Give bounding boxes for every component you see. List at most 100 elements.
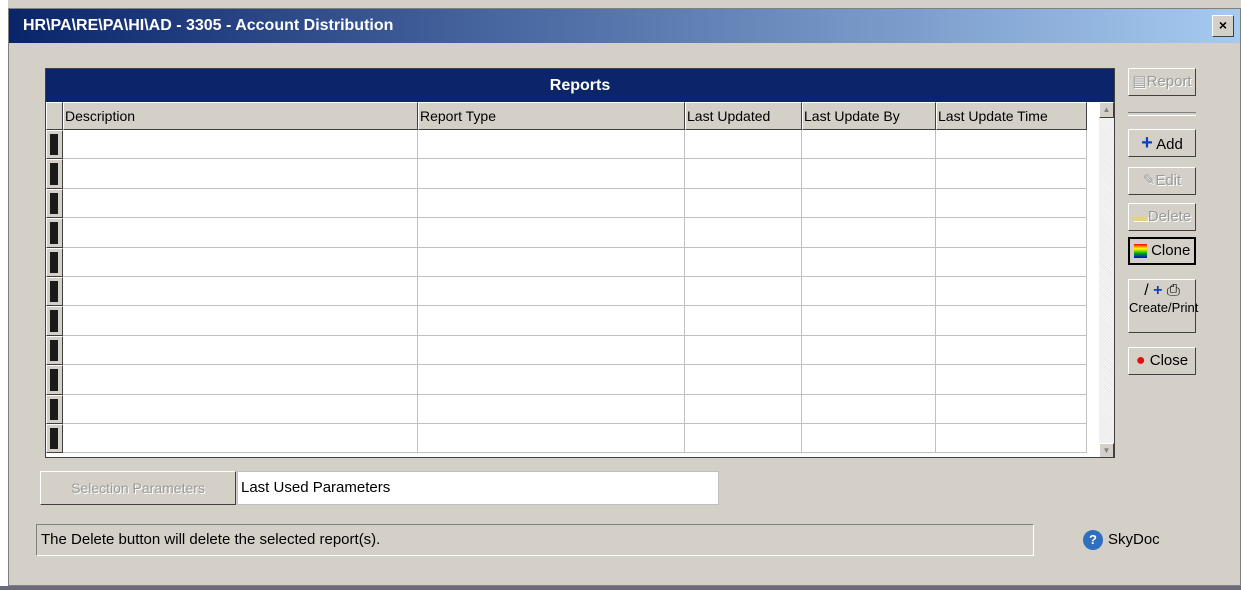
close-button[interactable]: ● Close [1128,347,1196,375]
table-cell[interactable] [418,335,685,366]
table-cell[interactable] [685,247,802,277]
column-header-report-type[interactable]: Report Type [418,102,685,130]
row-selector[interactable] [46,306,63,336]
table-row[interactable] [46,306,1101,336]
table-cell[interactable] [418,130,685,160]
scroll-down-button[interactable]: ▼ [1099,443,1114,457]
table-cell[interactable] [685,335,802,366]
row-selector[interactable] [46,394,63,424]
table-cell[interactable] [936,306,1087,336]
row-selector[interactable] [46,130,63,160]
table-cell[interactable] [63,335,418,366]
table-cell[interactable] [802,276,936,307]
table-cell[interactable] [936,394,1087,424]
column-header-last-update-by[interactable]: Last Update By [802,102,936,130]
table-cell[interactable] [63,365,418,395]
row-selector[interactable] [46,423,63,454]
reports-grid[interactable]: Reports Description Report Type Last Upd… [45,68,1115,458]
table-cell[interactable] [936,365,1087,395]
row-selector[interactable] [46,188,63,219]
column-header-last-updated[interactable]: Last Updated [685,102,802,130]
table-row[interactable] [46,335,1101,366]
table-cell[interactable] [418,276,685,307]
table-cell[interactable] [685,130,802,160]
title-bar[interactable]: HR\PA\RE\PA\HI\AD - 3305 - Account Distr… [9,9,1240,43]
create-print-button[interactable]: / + ⎙ Create/Print [1128,279,1198,333]
table-cell[interactable] [685,365,802,395]
table-cell[interactable] [418,394,685,424]
row-selector[interactable] [46,218,63,248]
table-cell[interactable] [685,394,802,424]
table-cell[interactable] [802,423,936,454]
table-cell[interactable] [685,423,802,454]
table-cell[interactable] [685,276,802,307]
table-cell[interactable] [418,306,685,336]
table-cell[interactable] [63,247,418,277]
row-selector[interactable] [46,276,63,307]
table-cell[interactable] [685,188,802,219]
table-cell[interactable] [802,218,936,248]
table-cell[interactable] [802,188,936,219]
table-cell[interactable] [936,335,1087,366]
window-close-button[interactable]: × [1212,15,1234,37]
table-cell[interactable] [802,130,936,160]
table-cell[interactable] [63,276,418,307]
skydoc-help-link[interactable]: ? SkyDoc [1083,528,1160,552]
add-button[interactable]: + Add [1128,129,1196,157]
table-cell[interactable] [936,130,1087,160]
table-cell[interactable] [63,423,418,454]
report-button[interactable]: ▤Report [1128,68,1196,96]
selection-parameters-button[interactable]: Selection Parameters [40,471,236,505]
table-cell[interactable] [936,218,1087,248]
table-row[interactable] [46,423,1101,454]
table-cell[interactable] [936,276,1087,307]
row-selector[interactable] [46,159,63,189]
table-cell[interactable] [685,218,802,248]
table-cell[interactable] [802,365,936,395]
row-selector[interactable] [46,247,63,277]
table-row[interactable] [46,218,1101,248]
table-cell[interactable] [418,423,685,454]
vertical-scrollbar[interactable]: ▲ ▼ [1099,102,1114,457]
table-cell[interactable] [418,247,685,277]
scroll-up-button[interactable]: ▲ [1099,102,1114,118]
table-row[interactable] [46,394,1101,424]
table-cell[interactable] [802,247,936,277]
selection-parameters-field[interactable]: Last Used Parameters [237,471,719,505]
table-cell[interactable] [418,159,685,189]
delete-button[interactable]: ▬Delete [1128,203,1196,231]
table-row[interactable] [46,130,1101,160]
table-cell[interactable] [63,218,418,248]
table-cell[interactable] [418,188,685,219]
table-row[interactable] [46,247,1101,277]
table-row[interactable] [46,276,1101,307]
column-header-description[interactable]: Description [63,102,418,130]
table-row[interactable] [46,188,1101,219]
table-cell[interactable] [802,159,936,189]
table-cell[interactable] [418,218,685,248]
table-cell[interactable] [802,335,936,366]
table-cell[interactable] [936,423,1087,454]
table-row[interactable] [46,365,1101,395]
table-cell[interactable] [936,159,1087,189]
table-cell[interactable] [63,159,418,189]
table-cell[interactable] [802,306,936,336]
table-cell[interactable] [63,394,418,424]
table-cell[interactable] [63,306,418,336]
row-selector[interactable] [46,365,63,395]
table-cell[interactable] [63,188,418,219]
table-cell[interactable] [685,159,802,189]
table-row[interactable] [46,159,1101,189]
column-header-last-update-time[interactable]: Last Update Time [936,102,1087,130]
table-cell[interactable] [936,188,1087,219]
pencil-icon: / [1144,282,1149,299]
edit-button[interactable]: ✎Edit [1128,167,1196,195]
delete-icon: ▬ [1132,208,1148,225]
clone-button[interactable]: ▮▮ Clone [1128,237,1196,265]
table-cell[interactable] [418,365,685,395]
table-cell[interactable] [936,247,1087,277]
table-cell[interactable] [63,130,418,160]
row-selector[interactable] [46,335,63,366]
table-cell[interactable] [685,306,802,336]
table-cell[interactable] [802,394,936,424]
